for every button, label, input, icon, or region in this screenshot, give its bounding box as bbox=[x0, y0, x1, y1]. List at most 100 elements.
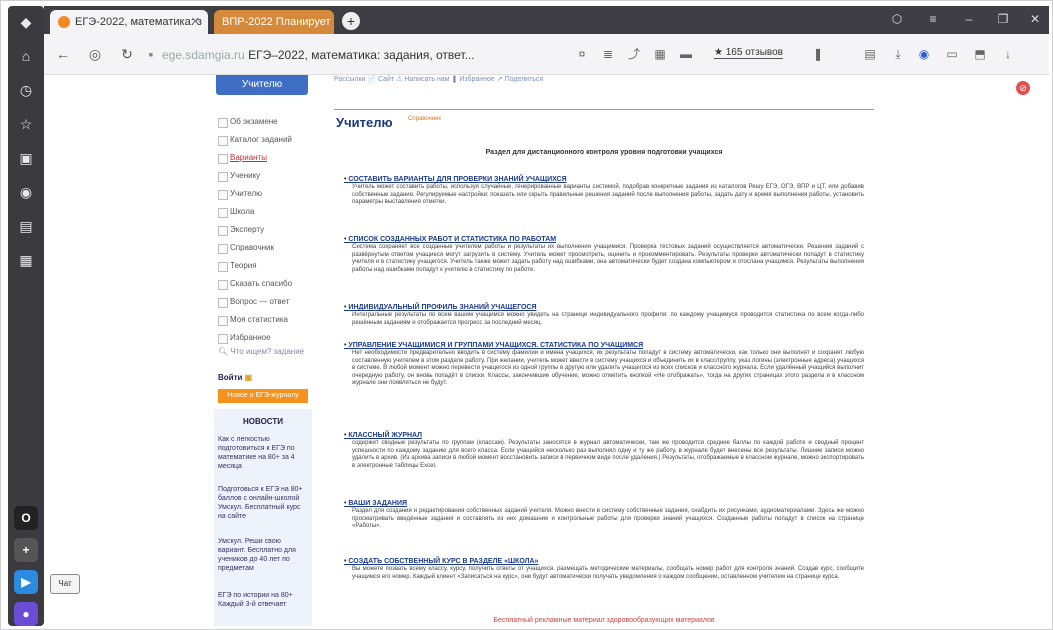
alice-app-icon[interactable]: ● bbox=[14, 602, 38, 626]
bookmarks-star-icon[interactable]: ☆ bbox=[16, 114, 36, 134]
messenger-app-icon[interactable]: ▶ bbox=[14, 570, 38, 594]
reader-icon[interactable]: ≣ bbox=[600, 46, 616, 62]
add-app-icon[interactable]: + bbox=[14, 538, 38, 562]
section-variants: СОСТАВИТЬ ВАРИАНТЫ ДЛЯ ПРОВЕРКИ ЗНАНИЙ У… bbox=[344, 175, 864, 207]
tabs-menu-icon[interactable]: ⬡ bbox=[888, 12, 906, 26]
downloads-icon[interactable]: ⤓ bbox=[890, 46, 906, 62]
news-item[interactable]: Умскул. Реши свою вариант. Бесплатно для… bbox=[218, 537, 308, 573]
minimize-icon[interactable]: – bbox=[960, 12, 978, 26]
media-icon[interactable]: ◉ bbox=[16, 182, 36, 202]
divider bbox=[334, 109, 874, 110]
section-body: Учитель может составить работы, использу… bbox=[352, 184, 864, 206]
search-icon: 🔍︎ bbox=[218, 347, 231, 356]
battery-icon[interactable]: ▭ bbox=[944, 46, 960, 62]
section-heading-link[interactable]: СПИСОК СОЗДАННЫХ РАБОТ И СТАТИСТИКА ПО Р… bbox=[344, 235, 864, 244]
section-heading-link[interactable]: ИНДИВИДУАЛЬНЫЙ ПРОФИЛЬ ЗНАНИЙ УЧАЩЕГОСЯ bbox=[344, 303, 864, 312]
section-heading-link[interactable]: ВАШИ ЗАДАНИЯ bbox=[344, 499, 864, 508]
sidebar-item-qa[interactable]: Вопрос — ответ bbox=[218, 295, 289, 309]
translate-icon[interactable]: ¤ bbox=[574, 46, 590, 62]
sidebar-item-teacher[interactable]: Учителю bbox=[218, 187, 262, 201]
news-item[interactable]: Подготовься к ЕГЭ на 80+ баллов с онлайн… bbox=[218, 485, 308, 521]
bookmark-flag-icon[interactable]: ▬ bbox=[678, 46, 694, 62]
section-works-stats: СПИСОК СОЗДАННЫХ РАБОТ И СТАТИСТИКА ПО Р… bbox=[344, 235, 864, 274]
news-item[interactable]: ЕГЭ по истории на 80+ Каждый 3-й отвечае… bbox=[218, 591, 308, 609]
section-body: Нет необходимости предварительно вводить… bbox=[352, 350, 864, 387]
news-text: Подготовься к ЕГЭ на 80+ баллов с онлайн… bbox=[218, 486, 303, 520]
section-body: Система сохраняет все созданные учителем… bbox=[352, 244, 864, 273]
footer-ad-note[interactable]: Бесплатный рекламные материал здоровообр… bbox=[334, 617, 874, 624]
close-window-icon[interactable]: ✕ bbox=[1026, 12, 1044, 26]
login-link[interactable]: Войти ▣ bbox=[218, 373, 252, 382]
news-item[interactable]: Как с легкостью подготовиться к ЕГЭ по м… bbox=[218, 435, 308, 471]
section-body: содержит сводные результаты по группам (… bbox=[352, 440, 864, 469]
page-subtitle: Раздел для дистанционного контроля уровн… bbox=[485, 149, 723, 156]
menu-icon[interactable]: ≡ bbox=[924, 12, 942, 26]
sidebar-item-school[interactable]: Школа bbox=[218, 205, 254, 219]
section-heading-link[interactable]: УПРАВЛЕНИЕ УЧАЩИМИСЯ И ГРУППАМИ УЧАЩИХСЯ… bbox=[344, 341, 864, 350]
login-icon: ▣ bbox=[244, 373, 253, 382]
notification-badge-icon[interactable]: ⊘ bbox=[1016, 81, 1030, 95]
home-icon[interactable]: ⌂ bbox=[16, 46, 36, 66]
browser-sidebar-dock: ◆ ⌂ ◷ ☆ ▣ ◉ ▤ ▦ O + ▶ ● bbox=[8, 6, 44, 626]
promo-button[interactable]: Новое о ЕГЭ-журналу bbox=[218, 389, 308, 403]
sidebar-item-theory[interactable]: Теория bbox=[218, 259, 257, 273]
sidebar-item-thanks[interactable]: Сказать спасибо bbox=[218, 277, 292, 291]
top-menu[interactable]: Рассылки 📄 Сайт ⚠ Написать нам ❚ Избранн… bbox=[334, 75, 543, 83]
site-search-input[interactable]: 🔍︎ Что ищем? задание bbox=[218, 347, 304, 356]
section-body: Интегральные результаты по всем вашим уч… bbox=[352, 312, 864, 326]
reload-icon[interactable]: ↻ bbox=[118, 45, 136, 63]
extension-icon[interactable]: ▦ bbox=[652, 46, 668, 62]
section-heading-link[interactable]: СОЗДАТЬ СОБСТВЕННЫЙ КУРС В РАЗДЕЛЕ «ШКОЛ… bbox=[344, 557, 864, 566]
notes-icon[interactable]: ▤ bbox=[16, 216, 36, 236]
collections-icon[interactable]: ▣ bbox=[16, 148, 36, 168]
sidebar-item-student[interactable]: Ученику bbox=[218, 169, 260, 183]
page-title: Учителю bbox=[336, 115, 393, 130]
tab-ege-math[interactable]: ЕГЭ-2022, математика: з ✕ bbox=[50, 10, 208, 34]
section-profile: ИНДИВИДУАЛЬНЫЙ ПРОФИЛЬ ЗНАНИЙ УЧАЩЕГОСЯ … bbox=[344, 303, 864, 327]
section-students: УПРАВЛЕНИЕ УЧАЩИМИСЯ И ГРУППАМИ УЧАЩИХСЯ… bbox=[344, 341, 864, 388]
restore-icon[interactable]: ❐ bbox=[994, 12, 1012, 26]
address-bar[interactable]: ege.sdamgia.ru ЕГЭ–2022, математика: зад… bbox=[162, 48, 475, 62]
sidebar-item-favorites[interactable]: Избранное bbox=[218, 331, 271, 345]
app-o-icon[interactable]: O bbox=[14, 506, 38, 530]
section-body: Вы можете позвать всему классу, курсу, п… bbox=[352, 566, 864, 580]
news-text: Умскул. Реши свою вариант. Бесплатно для… bbox=[218, 538, 296, 572]
tab-vpr[interactable]: ВПР-2022 Планирует bbox=[214, 10, 334, 34]
section-heading-link[interactable]: СОСТАВИТЬ ВАРИАНТЫ ДЛЯ ПРОВЕРКИ ЗНАНИЙ У… bbox=[344, 175, 864, 184]
tabs-icon[interactable]: ▤ bbox=[862, 46, 878, 62]
sidebar-item-expert[interactable]: Эксперту bbox=[218, 223, 264, 237]
new-tab-button[interactable]: + bbox=[342, 12, 360, 30]
section-journal: КЛАССНЫЙ ЖУРНАЛ содержит сводные результ… bbox=[344, 431, 864, 470]
protect-icon[interactable]: ◎ bbox=[86, 45, 104, 63]
share-icon[interactable]: ⤴ bbox=[626, 46, 642, 62]
vpn-icon[interactable]: ◉ bbox=[916, 46, 932, 62]
tab-label: ЕГЭ-2022, математика: з bbox=[75, 16, 202, 28]
browser-toolbar: ← ◎ ↻ ▪ ege.sdamgia.ru ЕГЭ–2022, математ… bbox=[44, 34, 1049, 75]
search-placeholder: Что ищем? задание bbox=[230, 347, 305, 356]
gallery-icon[interactable]: ▦ bbox=[16, 250, 36, 270]
sidebar-item-stats[interactable]: Моя статистика bbox=[218, 313, 288, 327]
sidebar-top-tab[interactable]: Учителю bbox=[216, 75, 308, 95]
reviews-link[interactable]: ★ 165 отзывов bbox=[714, 47, 783, 59]
lock-icon[interactable]: ▪ bbox=[142, 45, 160, 63]
web-page: Учителю Об экзамене Каталог заданий Вари… bbox=[44, 75, 1049, 626]
screenshot-icon[interactable]: ⬒ bbox=[972, 46, 988, 62]
sidebar-item-about[interactable]: Об экзамене bbox=[218, 115, 278, 129]
history-icon[interactable]: ◷ bbox=[16, 80, 36, 100]
address-domain: ege.sdamgia.ru bbox=[162, 48, 245, 62]
section-own-tasks: ВАШИ ЗАДАНИЯ Раздел для создания и редак… bbox=[344, 499, 864, 531]
section-heading-link[interactable]: КЛАССНЫЙ ЖУРНАЛ bbox=[344, 431, 864, 440]
sidebar-item-variants[interactable]: Варианты bbox=[218, 151, 267, 165]
sidebar-item-catalog[interactable]: Каталог заданий bbox=[218, 133, 292, 147]
chat-button[interactable]: Чат bbox=[50, 574, 80, 594]
back-icon[interactable]: ← bbox=[54, 45, 72, 63]
site-favicon-icon bbox=[58, 16, 70, 29]
news-title: НОВОСТИ bbox=[242, 417, 283, 426]
download-arrow-icon[interactable]: ↓ bbox=[1000, 46, 1016, 62]
main-content: Рассылки 📄 Сайт ⚠ Написать нам ❚ Избранн… bbox=[334, 75, 874, 626]
close-icon[interactable]: ✕ bbox=[191, 10, 200, 34]
browser-logo-icon[interactable]: ◆ bbox=[16, 12, 36, 32]
page-title-sup[interactable]: Справочник bbox=[408, 116, 441, 122]
sidebar-item-reference[interactable]: Справочник bbox=[218, 241, 274, 255]
bookmark-icon[interactable]: ❚ bbox=[810, 46, 826, 62]
